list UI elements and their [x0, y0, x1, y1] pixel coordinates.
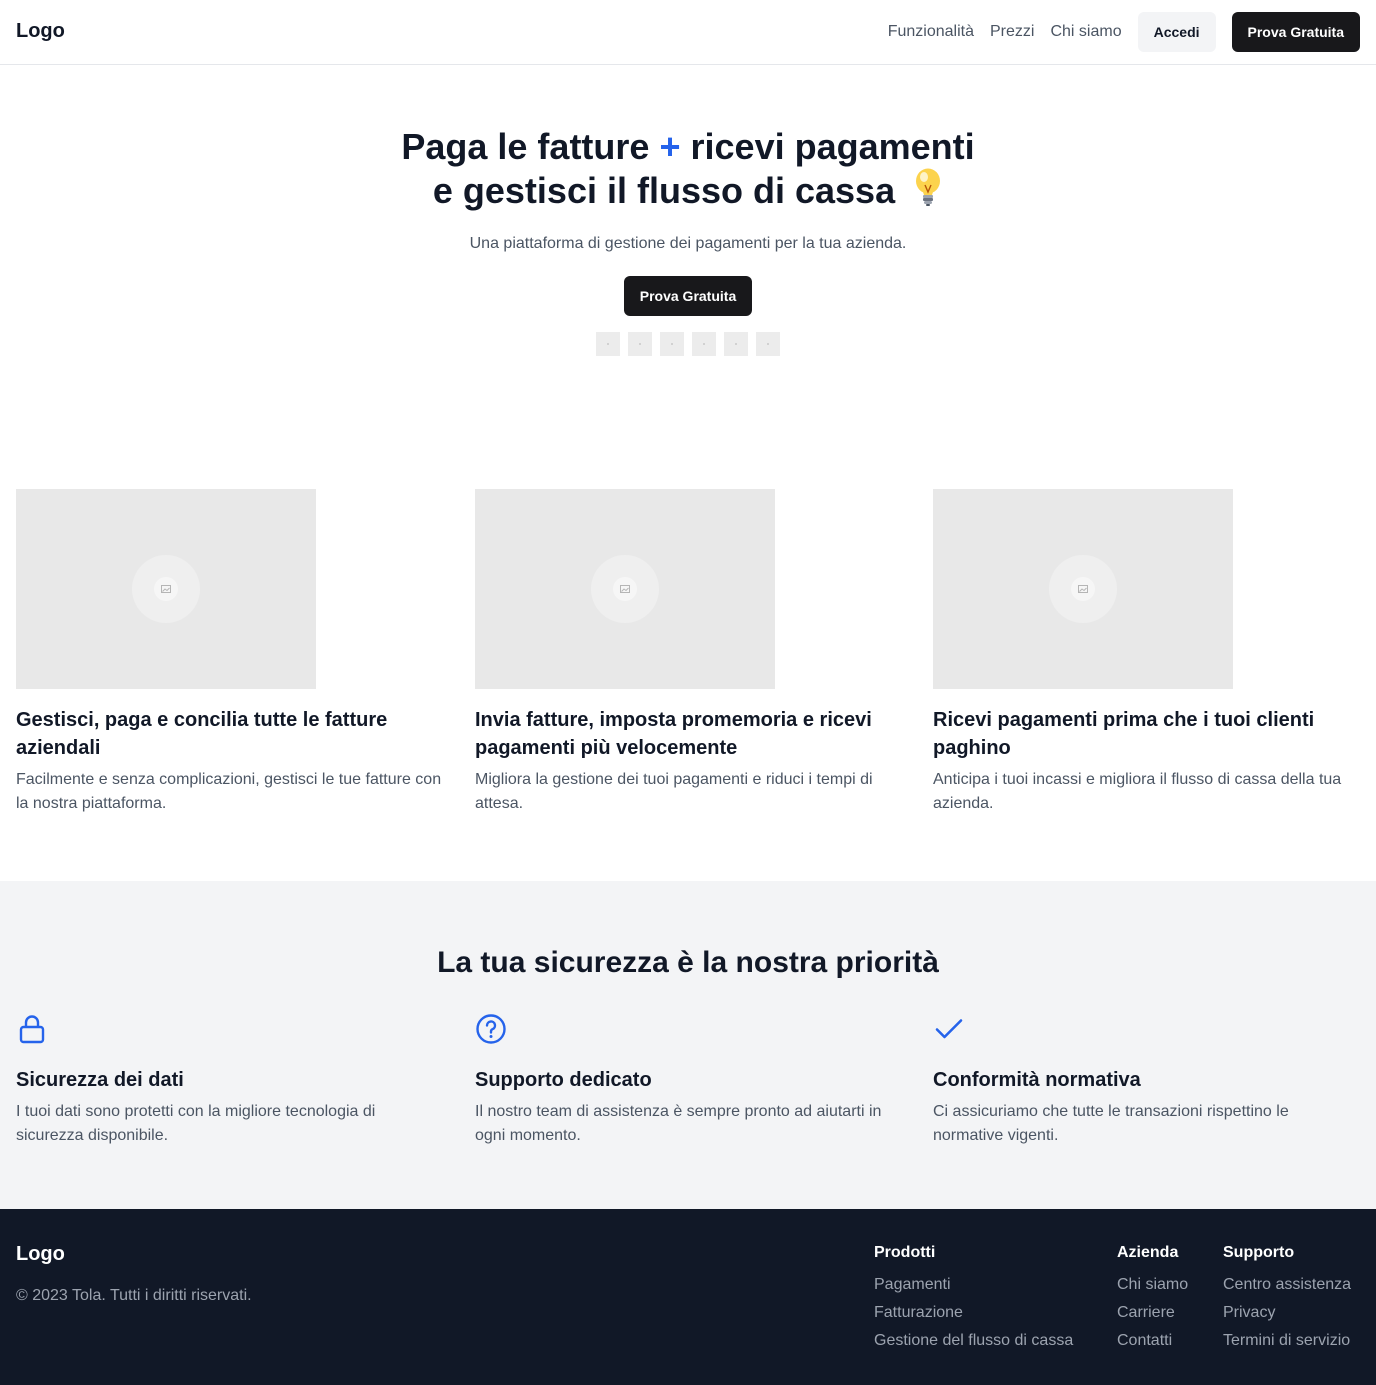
footer-link[interactable]: Carriere — [1117, 1299, 1188, 1327]
footer-link[interactable]: Privacy — [1223, 1299, 1351, 1327]
hero-section: Paga le fatture + ricevi pagamenti e ges… — [0, 65, 1376, 356]
partner-logo-placeholder — [596, 332, 620, 356]
footer-link[interactable]: Chi siamo — [1117, 1271, 1188, 1299]
footer-copyright: © 2023 Tola. Tutti i diritti riservati. — [16, 1287, 252, 1304]
footer-link[interactable]: Contatti — [1117, 1327, 1188, 1355]
partner-logo-placeholder — [756, 332, 780, 356]
footer-link[interactable]: Pagamenti — [874, 1271, 1073, 1299]
hero-title-part1: Paga le fatture — [401, 126, 650, 167]
security-title: La tua sicurezza è la nostra priorità — [437, 946, 939, 979]
site-header: Logo Funzionalità Prezzi Chi siamo Acced… — [0, 0, 1376, 65]
login-button[interactable]: Accedi — [1137, 12, 1216, 52]
help-circle-icon — [476, 1014, 506, 1044]
image-icon — [161, 585, 171, 593]
security-item: Supporto dedicato Il nostro team di assi… — [475, 1013, 905, 1148]
image-icon — [1078, 585, 1088, 593]
partner-logo-placeholder — [724, 332, 748, 356]
security-item-title: Supporto dedicato — [475, 1069, 652, 1091]
security-item-title: Sicurezza dei dati — [16, 1069, 184, 1091]
lightbulb-icon — [913, 167, 943, 215]
footer-link[interactable]: Gestione del flusso di cassa — [874, 1327, 1073, 1355]
feature-description: Anticipa i tuoi incassi e migliora il fl… — [933, 771, 1342, 812]
feature-card: Gestisci, paga e concilia tutte le fattu… — [16, 489, 444, 816]
footer-column-products: Prodotti Pagamenti Fatturazione Gestione… — [874, 1243, 1073, 1355]
security-item: Conformità normativa Ci assicuriamo che … — [933, 1013, 1363, 1148]
footer-link[interactable]: Fatturazione — [874, 1299, 1073, 1327]
free-trial-button[interactable]: Prova Gratuita — [1231, 12, 1360, 52]
security-section: La tua sicurezza è la nostra priorità Si… — [0, 881, 1376, 1209]
hero-title-plus: + — [659, 126, 681, 167]
lock-icon — [19, 1015, 45, 1044]
security-item-description: Il nostro team di assistenza è sempre pr… — [475, 1103, 882, 1144]
partner-logo-placeholder — [628, 332, 652, 356]
feature-title: Invia fatture, imposta promemoria e rice… — [475, 709, 872, 759]
footer-column-title: Prodotti — [874, 1244, 936, 1261]
nav-link-features[interactable]: Funzionalità — [888, 23, 974, 41]
security-item-title: Conformità normativa — [933, 1069, 1141, 1091]
footer-column-company: Azienda Chi siamo Carriere Contatti — [1117, 1243, 1188, 1355]
partner-logo-placeholder — [692, 332, 716, 356]
image-icon — [620, 585, 630, 593]
site-footer: Logo © 2023 Tola. Tutti i diritti riserv… — [0, 1209, 1376, 1385]
footer-column-title: Supporto — [1223, 1244, 1295, 1261]
feature-image-placeholder — [933, 489, 1233, 689]
security-item-description: Ci assicuriamo che tutte le transazioni … — [933, 1103, 1289, 1144]
partner-logos — [0, 332, 1376, 356]
hero-title: Paga le fatture + ricevi pagamenti e ges… — [0, 127, 1376, 215]
nav-link-pricing[interactable]: Prezzi — [990, 23, 1034, 41]
feature-title: Ricevi pagamenti prima che i tuoi client… — [933, 709, 1315, 759]
footer-link[interactable]: Centro assistenza — [1223, 1271, 1351, 1299]
main-nav: Funzionalità Prezzi Chi siamo Accedi Pro… — [888, 12, 1360, 52]
security-item: Sicurezza dei dati I tuoi dati sono prot… — [16, 1013, 446, 1148]
security-item-description: I tuoi dati sono protetti con la miglior… — [16, 1103, 376, 1144]
feature-title: Gestisci, paga e concilia tutte le fattu… — [16, 709, 388, 759]
hero-subtitle: Una piattaforma di gestione dei pagament… — [469, 235, 907, 252]
hero-title-line2: e gestisci il flusso di cassa — [432, 170, 896, 211]
footer-column-title: Azienda — [1117, 1244, 1179, 1261]
feature-card: Invia fatture, imposta promemoria e rice… — [475, 489, 903, 816]
nav-link-about[interactable]: Chi siamo — [1050, 23, 1121, 41]
partner-logo-placeholder — [660, 332, 684, 356]
footer-link[interactable]: Termini di servizio — [1223, 1327, 1351, 1355]
feature-description: Facilmente e senza complicazioni, gestis… — [16, 771, 442, 812]
check-icon — [935, 1019, 963, 1039]
footer-logo[interactable]: Logo — [16, 1243, 65, 1266]
feature-image-placeholder — [16, 489, 316, 689]
hero-title-part2: ricevi pagamenti — [690, 126, 975, 167]
hero-free-trial-button[interactable]: Prova Gratuita — [623, 276, 753, 316]
feature-card: Ricevi pagamenti prima che i tuoi client… — [933, 489, 1361, 816]
feature-description: Migliora la gestione dei tuoi pagamenti … — [475, 771, 873, 812]
feature-image-placeholder — [475, 489, 775, 689]
footer-column-support: Supporto Centro assistenza Privacy Termi… — [1223, 1243, 1351, 1355]
header-logo[interactable]: Logo — [16, 20, 65, 43]
